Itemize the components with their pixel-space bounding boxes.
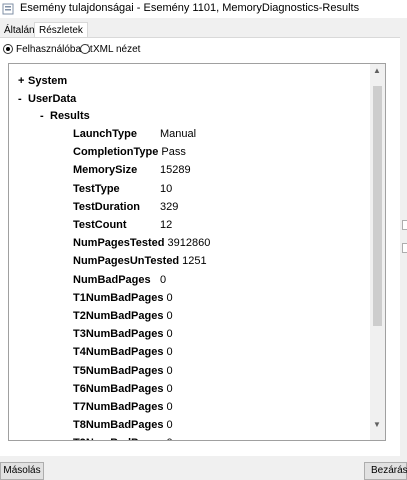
friendly-view-radio[interactable] xyxy=(3,44,13,54)
field-value: 0 xyxy=(166,419,173,432)
field-row: NumBadPages 0 xyxy=(73,274,371,292)
field-row: T5NumBadPages 0 xyxy=(73,365,371,383)
field-key: T3NumBadPages xyxy=(73,328,164,341)
xml-view-radio[interactable] xyxy=(80,44,90,54)
field-value: 0 xyxy=(166,437,172,440)
tree-node-results[interactable]: - Results xyxy=(40,110,90,122)
field-row: TestDuration 329 xyxy=(73,201,371,219)
field-row: T4NumBadPages 0 xyxy=(73,346,371,364)
tree-node-system[interactable]: + System xyxy=(18,75,67,87)
vertical-scrollbar[interactable]: ▲ ▼ xyxy=(370,64,385,440)
field-value: 0 xyxy=(166,291,173,304)
window-title: Esemény tulajdonságai - Esemény 1101, Me… xyxy=(20,2,360,14)
field-value: 1251 xyxy=(182,255,207,268)
field-value: 0 xyxy=(166,310,173,322)
field-value: 0 xyxy=(166,401,173,413)
field-value: 0 xyxy=(166,346,173,359)
field-row: TestCount 12 xyxy=(73,219,371,237)
field-row: CompletionType Pass xyxy=(73,146,371,164)
copy-button[interactable]: Másolás xyxy=(0,462,44,480)
field-row: T6NumBadPages 0 xyxy=(73,383,371,401)
field-value: 0 xyxy=(160,273,167,286)
collapse-toggle[interactable]: - xyxy=(18,93,28,105)
field-value: 15289 xyxy=(160,164,191,177)
field-key: LaunchType xyxy=(73,128,137,140)
field-key: T4NumBadPages xyxy=(73,346,164,359)
field-key: TestType xyxy=(73,182,120,195)
collapse-toggle[interactable]: - xyxy=(40,110,50,122)
event-icon xyxy=(2,3,14,15)
chevron-up-icon[interactable]: ▲ xyxy=(372,66,382,76)
field-key: T5NumBadPages xyxy=(73,364,164,377)
field-value: 0 xyxy=(166,364,173,377)
expand-toggle[interactable]: + xyxy=(18,75,28,87)
tree-node-userdata[interactable]: - UserData xyxy=(18,93,76,105)
field-row: NumPagesTested 3912860 xyxy=(73,237,371,255)
field-key: T2NumBadPages xyxy=(73,310,164,322)
field-row: MemorySize 15289 xyxy=(73,164,371,182)
tab-strip: Általános Részletek xyxy=(0,22,407,39)
field-value: 3912860 xyxy=(167,237,211,250)
field-value: 329 xyxy=(160,200,179,213)
close-button[interactable]: Bezárás xyxy=(364,462,407,480)
field-row: NumPagesUnTested 1251 xyxy=(73,255,371,273)
tree-node-label: Results xyxy=(50,110,90,122)
field-row: TestType 10 xyxy=(73,183,371,201)
field-value: 12 xyxy=(160,219,173,231)
scroll-thumb[interactable] xyxy=(373,86,382,326)
field-value: 10 xyxy=(160,182,173,195)
field-key: T9NumBadPages xyxy=(73,437,163,440)
chevron-down-icon[interactable]: ▼ xyxy=(372,420,382,430)
field-value: Manual xyxy=(160,128,197,140)
details-tree: + System - UserData - Results LaunchType Man… xyxy=(9,64,371,440)
field-value: 0 xyxy=(166,328,173,341)
field-key: T7NumBadPages xyxy=(73,401,164,413)
field-row: T2NumBadPages 0 xyxy=(73,310,371,328)
field-value: Pass xyxy=(161,146,186,159)
field-row: T7NumBadPages 0 xyxy=(73,401,371,419)
field-key: TestCount xyxy=(73,219,127,231)
field-row: T1NumBadPages 0 xyxy=(73,292,371,310)
xml-view-option[interactable]: XML nézet xyxy=(80,43,140,55)
field-row: T9NumBadPages0 xyxy=(73,437,371,440)
field-key: TestDuration xyxy=(73,200,141,213)
field-key: MemorySize xyxy=(73,164,138,177)
field-key: T6NumBadPages xyxy=(73,382,164,395)
field-key: NumBadPages xyxy=(73,273,151,286)
field-key: T8NumBadPages xyxy=(73,419,164,432)
field-row: T3NumBadPages 0 xyxy=(73,328,371,346)
event-details-panel: + System - UserData - Results LaunchType Man… xyxy=(8,63,386,441)
field-key: T1NumBadPages xyxy=(73,291,164,304)
field-key: NumPagesUnTested xyxy=(73,255,180,268)
side-button-edge[interactable] xyxy=(402,220,407,230)
xml-view-label: XML nézet xyxy=(93,43,141,55)
field-value: 0 xyxy=(166,382,173,395)
tree-node-label: System xyxy=(28,75,68,87)
field-row: T8NumBadPages 0 xyxy=(73,419,371,437)
field-row: LaunchType Manual xyxy=(73,128,371,146)
field-key: CompletionType xyxy=(73,146,159,159)
field-key: NumPagesTested xyxy=(73,237,165,250)
title-bar: Esemény tulajdonságai - Esemény 1101, Me… xyxy=(0,0,407,18)
side-button-edge[interactable] xyxy=(402,243,407,253)
tree-node-label: UserData xyxy=(28,93,77,105)
